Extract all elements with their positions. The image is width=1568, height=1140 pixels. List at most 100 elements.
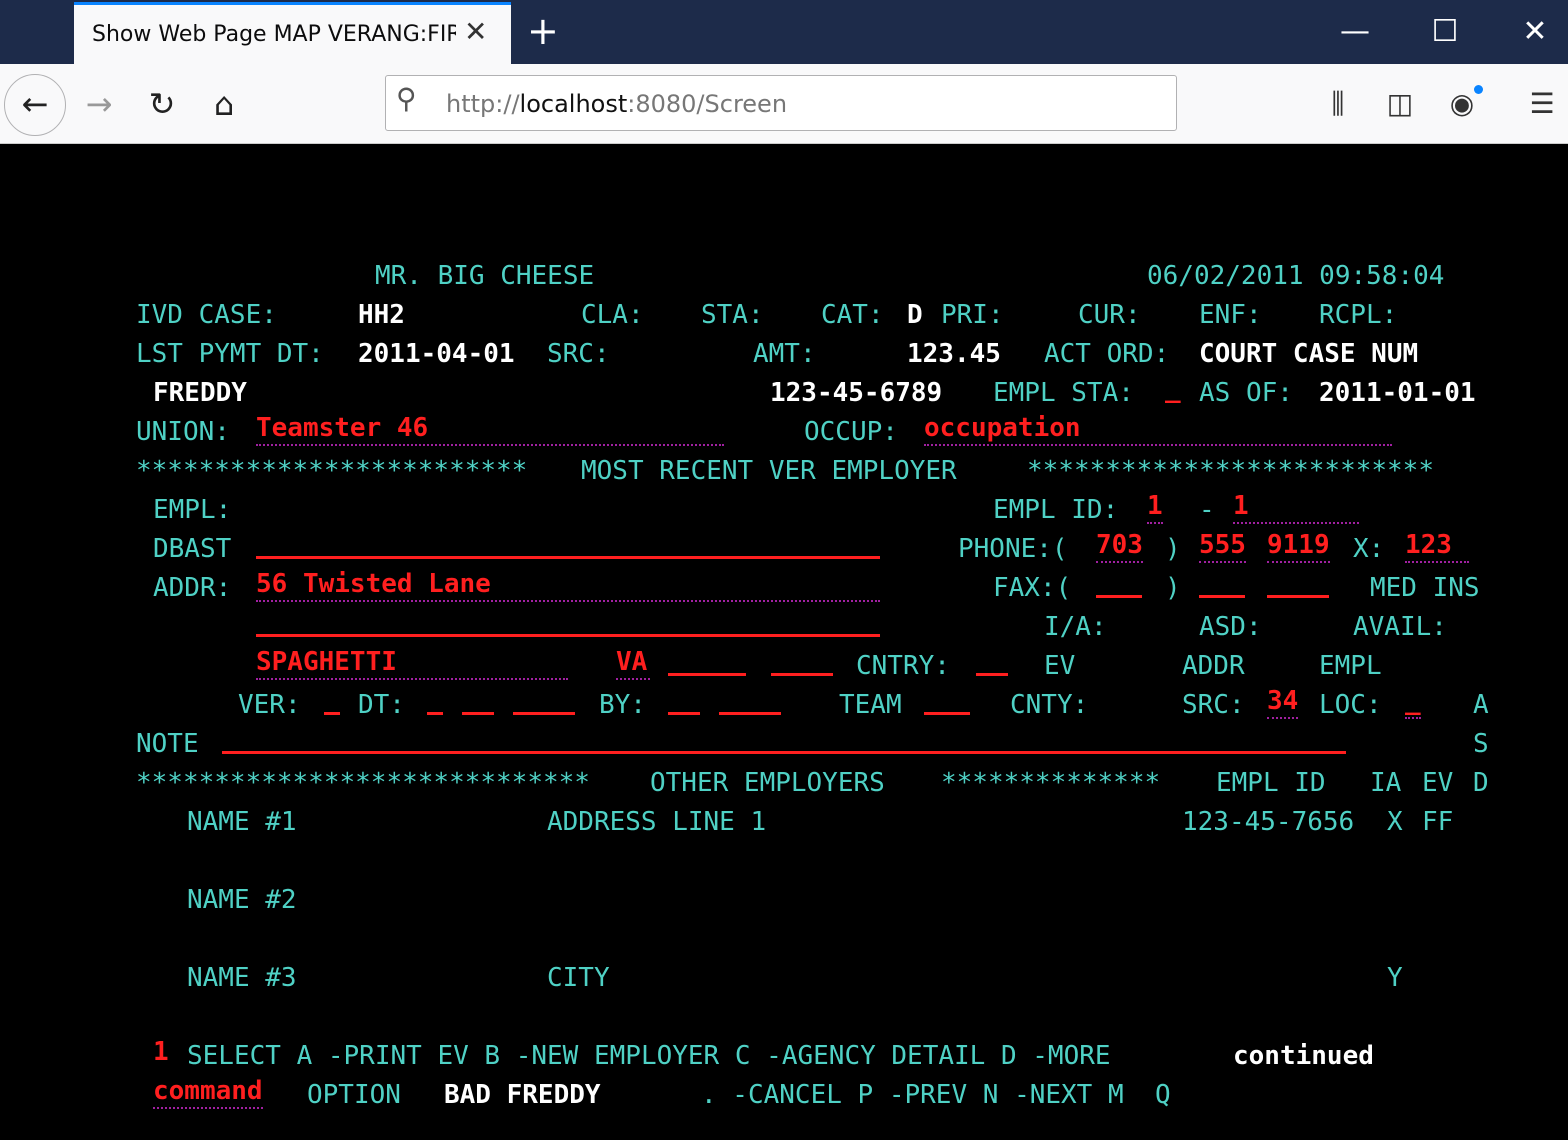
team-label: TEAM — [839, 690, 902, 720]
col-a-label: A — [1473, 690, 1489, 720]
phone-ext-field[interactable]: 123 — [1405, 529, 1452, 561]
empl-sta-field[interactable]: _ — [1165, 373, 1181, 405]
city-field-underline — [256, 678, 568, 680]
sidebar-icon[interactable]: ◫ — [1375, 84, 1425, 124]
home-icon[interactable]: ⌂ — [199, 84, 249, 124]
close-tab-icon[interactable]: ✕ — [464, 15, 487, 48]
option-commands-text: . -CANCEL P -PREV N -NEXT M Q — [701, 1080, 1171, 1110]
ia-column-header: IA — [1370, 768, 1402, 798]
url-host: localhost — [519, 90, 628, 118]
addr-field[interactable]: 56 Twisted Lane — [256, 568, 491, 600]
dbast-label: DBAST — [153, 534, 232, 564]
enf-label: ENF: — [1199, 300, 1262, 330]
phone-ext-underline — [1405, 561, 1469, 563]
phone-ext-label: X: — [1353, 534, 1385, 564]
zip-field[interactable] — [668, 673, 746, 676]
section1-stars-right: ************************** — [1027, 456, 1434, 486]
ia-label: I/A: — [1044, 612, 1107, 642]
dt-year-field[interactable] — [513, 712, 575, 715]
occup-field-underline — [924, 444, 1392, 446]
command-field[interactable]: command — [153, 1075, 263, 1109]
by-field-1[interactable] — [668, 712, 700, 715]
continued-label: continued — [1233, 1041, 1374, 1071]
browser-tab[interactable]: Show Web Page MAP VERANG:FIRST ✕ — [74, 2, 511, 64]
lst-pymt-label: LST PYMT DT: — [136, 339, 324, 369]
lst-pymt-value: 2011-04-01 — [358, 339, 515, 369]
src2-field[interactable]: 34 — [1267, 685, 1299, 719]
phone-area-field[interactable]: 703 — [1096, 529, 1143, 563]
cat-value: D — [907, 300, 923, 330]
new-tab-icon[interactable]: + — [527, 8, 559, 54]
dt-month-field[interactable] — [427, 712, 443, 715]
act-ord-value: COURT CASE NUM — [1199, 339, 1419, 369]
state-field[interactable]: VA — [616, 646, 647, 678]
dbast-field[interactable] — [256, 556, 880, 559]
fax-prefix-field[interactable] — [1199, 595, 1245, 598]
team-field[interactable] — [924, 712, 970, 715]
pri-label: PRI: — [941, 300, 1004, 330]
fax-line-field[interactable] — [1267, 595, 1329, 598]
reload-icon[interactable]: ↻ — [137, 84, 187, 124]
med-ins-label: MED INS — [1370, 573, 1480, 603]
occup-field[interactable]: occupation — [924, 412, 1081, 444]
fax-area-field[interactable] — [1096, 595, 1142, 598]
hamburger-menu-icon[interactable]: ☰ — [1517, 84, 1567, 124]
ev-label: EV — [1044, 651, 1076, 681]
empl-id-column-header: EMPL ID — [1216, 768, 1326, 798]
dt-label: DT: — [358, 690, 405, 720]
phone-prefix-field[interactable]: 555 — [1199, 529, 1246, 563]
zip4-field[interactable] — [771, 673, 833, 676]
fax-close-paren: ) — [1165, 573, 1181, 603]
ivd-case-value: HH2 — [358, 300, 405, 330]
other-employer-id-1: 123-45-7656 — [1182, 807, 1355, 837]
other-employer-address-1: ADDRESS LINE 1 — [547, 807, 767, 837]
src-label: SRC: — [547, 339, 610, 369]
person-name: FREDDY — [153, 378, 247, 408]
cntry-field[interactable] — [976, 673, 1008, 676]
forward-arrow-icon[interactable]: → — [74, 84, 124, 124]
as-of-value: 2011-01-01 — [1319, 378, 1476, 408]
select-field[interactable]: 1 — [153, 1036, 169, 1068]
d-column-header: D — [1473, 768, 1489, 798]
city-field[interactable]: SPAGHETTI — [256, 646, 397, 678]
empl-id-label: EMPL ID: — [993, 495, 1119, 525]
nav-toolbar: ← → ↻ ⌂ ⚲ http://localhost:8080/Screen ⫼… — [0, 64, 1568, 144]
by-field-2[interactable] — [719, 712, 781, 715]
ver-field[interactable] — [324, 712, 340, 715]
rcpl-label: RCPL: — [1319, 300, 1398, 330]
act-ord-label: ACT ORD: — [1044, 339, 1170, 369]
section2-title: OTHER EMPLOYERS — [650, 768, 885, 798]
fax-label: FAX:( — [993, 573, 1072, 603]
addr-line2-field[interactable] — [256, 634, 880, 637]
loc-field[interactable]: _ — [1405, 685, 1421, 719]
empl-id-field-1[interactable]: 1 — [1147, 490, 1163, 524]
union-field[interactable]: Teamster 46 — [256, 412, 428, 444]
back-arrow-icon[interactable]: ← — [4, 74, 66, 136]
dt-day-field[interactable] — [462, 712, 494, 715]
minimize-icon[interactable]: — — [1325, 12, 1385, 52]
empl-id-field-2[interactable]: 1 — [1233, 490, 1249, 522]
section2-stars-right: ************** — [941, 768, 1161, 798]
note-field[interactable] — [222, 751, 1346, 754]
search-icon: ⚲ — [396, 82, 417, 115]
loc-label: LOC: — [1319, 690, 1382, 720]
other-employer-city-3: CITY — [547, 963, 610, 993]
url-bar[interactable]: ⚲ http://localhost:8080/Screen — [385, 75, 1177, 131]
addr-label: ADDR: — [153, 573, 232, 603]
url-text[interactable]: http://localhost:8080/Screen — [446, 90, 787, 118]
phone-line-field[interactable]: 9119 — [1267, 529, 1330, 563]
empl-id-field-2-underline — [1233, 522, 1359, 524]
tab-bar: Show Web Page MAP VERANG:FIRST ✕ + — ☐ ✕ — [0, 0, 1568, 64]
other-employer-ev-1: FF — [1422, 807, 1454, 837]
account-notification-dot — [1474, 85, 1483, 94]
maximize-icon[interactable]: ☐ — [1415, 12, 1475, 52]
asd-label: ASD: — [1199, 612, 1262, 642]
other-employer-name-1: NAME #1 — [187, 807, 297, 837]
window-close-icon[interactable]: ✕ — [1505, 12, 1565, 52]
section1-stars-left: ************************* — [136, 456, 528, 486]
library-icon[interactable]: ⫼ — [1313, 84, 1363, 124]
by-label: BY: — [599, 690, 646, 720]
cur-label: CUR: — [1078, 300, 1141, 330]
sta-label: STA: — [701, 300, 764, 330]
union-label: UNION: — [136, 417, 230, 447]
